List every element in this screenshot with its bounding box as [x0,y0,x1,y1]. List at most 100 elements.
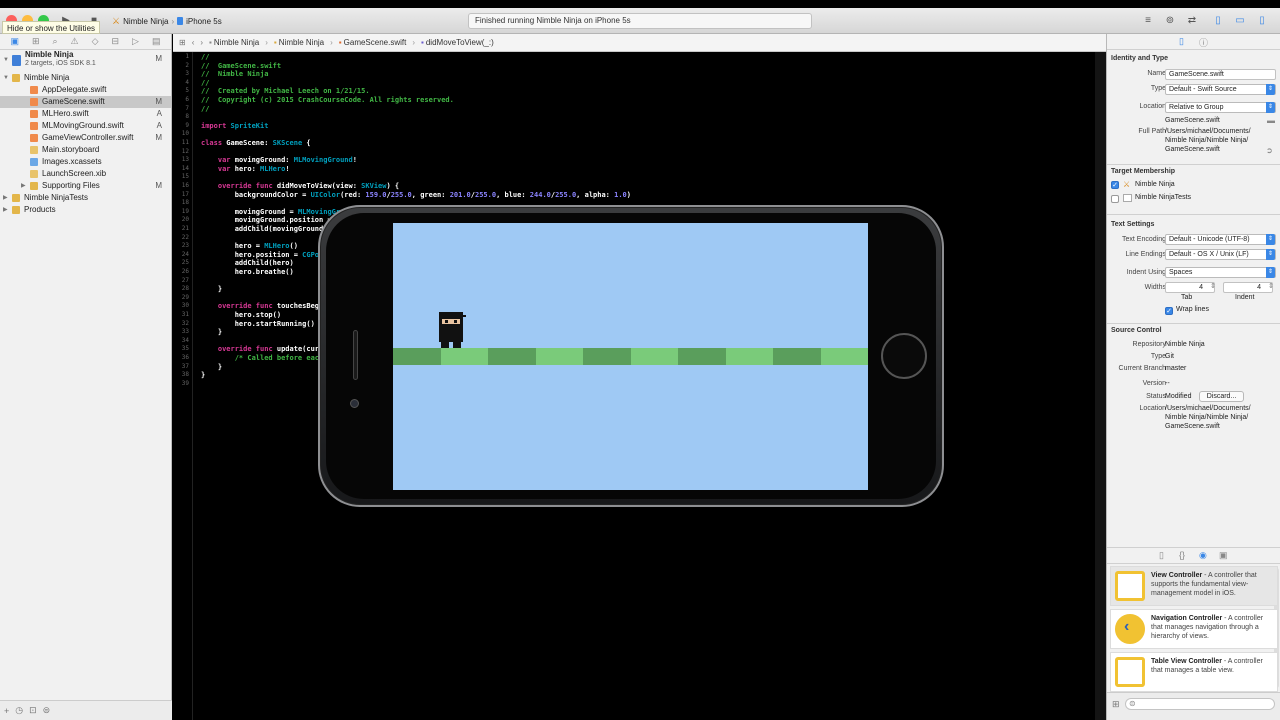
folder-icon[interactable]: ▬ [1267,116,1275,125]
code-line[interactable]: var hero: MLHero! [201,165,290,173]
assistant-editor-icon[interactable]: ⊚ [1162,14,1178,27]
add-icon[interactable]: + [4,706,9,716]
name-field[interactable]: GameScene.swift [1165,69,1276,80]
file-template-icon[interactable]: ▯ [1159,550,1164,561]
code-line[interactable]: // [201,79,209,87]
code-line[interactable]: addChild(hero) [201,259,294,267]
debug-toggle-icon[interactable]: ▭ [1232,14,1248,27]
editor-scrollbar[interactable] [1095,52,1106,720]
navigator-item[interactable]: ▶ Products [0,204,171,216]
issue-icon[interactable]: ⚠ [71,36,79,47]
code-line[interactable]: hero = MLHero() [201,242,298,250]
object-library-icon[interactable]: ◉ [1199,550,1207,561]
disclosure-open-icon[interactable]: ▼ [3,72,9,84]
version-editor-icon[interactable]: ⇄ [1184,14,1200,27]
navigator-item[interactable]: GameViewController.swift M [0,132,171,144]
code-line[interactable]: import SpriteKit [201,122,268,130]
wrap-lines-checkbox[interactable]: ✓ [1165,307,1173,315]
disclosure-closed-icon[interactable]: ▶ [3,192,8,204]
code-line[interactable]: addChild(movingGround) [201,225,328,233]
navigator-item[interactable]: ▶ Nimble NinjaTests [0,192,171,204]
utilities-toggle-icon[interactable]: ▯ [1254,14,1270,27]
tests-target-checkbox[interactable] [1111,195,1119,203]
filter-icon[interactable]: ⊜ [43,705,51,716]
line-endings-popup[interactable]: Default - OS X / Unix (LF) ⇕ [1165,249,1276,260]
code-line[interactable]: var movingGround: MLMovingGround! [201,156,357,164]
navigator-item[interactable]: GameScene.swift M [0,96,171,108]
library-filter-field[interactable]: ⊜ [1125,698,1275,710]
stepper-icon[interactable]: ⇕ [1268,282,1274,290]
forward-icon[interactable]: › [200,38,203,47]
library-item-title: View Controller [1151,572,1203,579]
library-item-navigation-controller[interactable]: ‹ Navigation Controller - A controller t… [1110,609,1278,649]
jump-project[interactable]: Nimble Ninja [214,38,259,47]
code-line[interactable]: // Copyright (c) 2015 CrashCourseCode. A… [201,96,454,104]
symbol-icon[interactable]: ⊞ [32,36,40,47]
disclosure-open-icon[interactable]: ▼ [3,54,9,66]
breakpoint-icon[interactable]: ▷ [132,36,139,47]
code-line[interactable]: } [201,285,222,293]
tab-label: Tab [1181,294,1193,301]
code-line[interactable]: class GameScene: SKScene { [201,139,311,147]
quick-help-icon[interactable]: ⓘ [1199,36,1208,49]
code-line[interactable]: // GameScene.swift [201,62,281,70]
library-item-view-controller[interactable]: View Controller - A controller that supp… [1110,566,1278,606]
debug-icon[interactable]: ⊟ [112,36,120,47]
navigator-item[interactable]: AppDelegate.swift [0,84,171,96]
grid-view-icon[interactable]: ⊞ [1112,699,1120,710]
code-line[interactable]: } [201,371,205,379]
code-line[interactable]: // [201,105,209,113]
code-line[interactable]: hero.breathe() [201,268,294,276]
navigator-item[interactable]: ▶ Supporting Files M [0,180,171,192]
code-line[interactable]: } [201,328,222,336]
navigator-toggle-icon[interactable]: ▯ [1210,14,1226,27]
navigator-item[interactable]: LaunchScreen.xib [0,168,171,180]
navigator-item[interactable]: MLHero.swift A [0,108,171,120]
jump-group[interactable]: Nimble Ninja [279,38,324,47]
back-icon[interactable]: ‹ [192,38,195,47]
library-item-table-view-controller[interactable]: Table View Controller - A controller tha… [1110,652,1278,692]
navigator-item[interactable]: ▼ Nimble Ninja [0,72,171,84]
jump-symbol[interactable]: didMoveToView(_:) [426,38,494,47]
code-line[interactable]: override func didMoveToView(view: SKView… [201,182,399,190]
tab-width-field[interactable]: 4 [1165,282,1215,293]
standard-editor-icon[interactable]: ≡ [1140,14,1156,27]
code-line[interactable]: hero.stop() [201,311,281,319]
encoding-popup[interactable]: Default - Unicode (UTF-8) ⇕ [1165,234,1276,245]
disclosure-closed-icon[interactable]: ▶ [3,204,8,216]
type-popup[interactable]: Default - Swift Source ⇕ [1165,84,1276,95]
code-line[interactable]: // [201,53,209,61]
code-line[interactable]: backgroundColor = UIColor(red: 159.0/255… [201,191,631,199]
scm-filter-icon[interactable]: ⊡ [29,705,37,716]
media-library-icon[interactable]: ▣ [1219,550,1228,561]
related-items-icon[interactable]: ⊞ [179,38,186,47]
indent-width-field[interactable]: 4 [1223,282,1273,293]
reveal-arrow-icon[interactable]: ➲ [1266,146,1273,155]
file-inspector-icon[interactable]: ▯ [1179,36,1184,47]
navigator-item[interactable]: Images.xcassets [0,156,171,168]
target-checkbox[interactable]: ✓ [1111,181,1119,189]
find-icon[interactable]: ⌕ [53,36,58,47]
discard-button[interactable]: Discard... [1199,391,1244,402]
navigator-item[interactable]: MLMovingGround.swift A [0,120,171,132]
code-line[interactable]: hero.startRunning() [201,320,315,328]
stepper-icon[interactable]: ⇕ [1210,282,1216,290]
game-screen[interactable] [393,223,868,490]
navigator-item[interactable]: Main.storyboard [0,144,171,156]
jump-file[interactable]: GameScene.swift [344,38,407,47]
test-icon[interactable]: ◇ [92,36,99,47]
location-popup[interactable]: Relative to Group ⇕ [1165,102,1276,113]
home-button[interactable] [881,333,927,379]
code-line[interactable]: // Created by Michael Leech on 1/21/15. [201,87,370,95]
folder-icon[interactable]: ▣ [10,36,19,47]
recent-icon[interactable]: ◷ [15,705,23,716]
disclosure-closed-icon[interactable]: ▶ [21,180,26,192]
code-line[interactable]: } [201,363,222,371]
code-line[interactable]: // Nimble Ninja [201,70,268,78]
project-row[interactable]: ▼ Nimble Ninja 2 targets, iOS SDK 8.1 M [0,50,171,72]
report-icon[interactable]: ▤ [152,36,161,47]
scheme-selector[interactable]: ⚔ Nimble Ninja › iPhone 5s [112,14,222,28]
code-snippet-icon[interactable]: {} [1179,550,1185,560]
line-number-gutter[interactable]: 1 2 3 4 5 6 7 8 9 10 11 12 13 14 15 16 17 18 19 20 21 22 23 24 2… [173,52,193,720]
indent-popup[interactable]: Spaces ⇕ [1165,267,1276,278]
